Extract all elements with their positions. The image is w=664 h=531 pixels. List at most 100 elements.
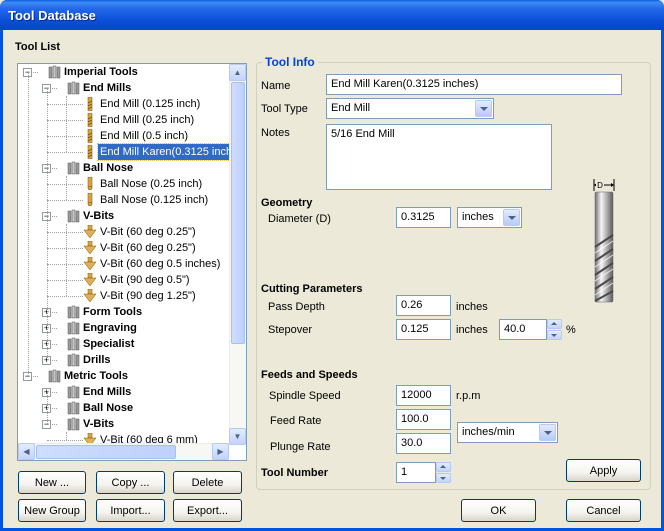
new-button[interactable]: New ... <box>18 471 86 494</box>
spin-down-icon[interactable] <box>436 473 451 483</box>
spin-up-icon[interactable] <box>436 462 451 472</box>
tree-item[interactable]: + Ball Nose <box>18 400 230 416</box>
tree-trunk-line <box>66 224 67 296</box>
tree-item[interactable]: V-Bit (60 deg 0.5 inches) <box>18 256 230 272</box>
ok-button[interactable]: OK <box>461 499 536 522</box>
ball-nose-icon <box>83 176 97 191</box>
diameter-input[interactable]: 0.3125 <box>396 207 451 228</box>
tree-item[interactable]: End Mill Karen(0.3125 inch <box>18 143 236 161</box>
tree-item-label: Ball Nose (0.25 inch) <box>100 178 203 190</box>
tree-item[interactable]: Ball Nose (0.25 inch) <box>18 176 230 192</box>
tree-connector <box>47 280 83 281</box>
tree-item-label: V-Bits <box>83 210 115 222</box>
tree-connector <box>33 376 38 377</box>
tool-type-select[interactable]: End Mill <box>326 98 494 119</box>
tree-item[interactable]: + Form Tools <box>18 304 230 320</box>
tree-item[interactable]: + End Mills <box>18 384 230 400</box>
tool-folder-icon <box>67 209 81 223</box>
tree-item-label: Drills <box>83 354 111 366</box>
scroll-left-button[interactable]: ◀ <box>18 443 35 460</box>
tree-item[interactable]: + Specialist <box>18 336 230 352</box>
notes-label: Notes <box>261 127 290 139</box>
feed-rate-label: Feed Rate <box>270 415 322 427</box>
tree-item[interactable]: V-Bit (90 deg 1.25") <box>18 288 230 304</box>
tree-item[interactable]: − End Mills <box>18 80 230 96</box>
tree-item[interactable]: End Mill (0.125 inch) <box>18 96 230 112</box>
copy-button[interactable]: Copy ... <box>96 471 165 494</box>
tree-vertical-scrollbar[interactable]: ▲ ▼ <box>229 64 246 445</box>
hscroll-thumb[interactable] <box>36 445 176 459</box>
tree-item[interactable]: V-Bit (60 deg 0.25") <box>18 240 230 256</box>
tree-connector <box>52 424 57 425</box>
end-mill-icon <box>83 96 97 112</box>
chevron-down-icon[interactable] <box>503 209 520 226</box>
new-group-button[interactable]: New Group <box>18 499 86 522</box>
chevron-down-icon[interactable] <box>539 424 556 441</box>
plunge-rate-label: Plunge Rate <box>270 441 331 453</box>
chevron-down-icon[interactable] <box>475 100 492 117</box>
stepover-percent-stepper[interactable] <box>547 319 562 340</box>
tool-type-label: Tool Type <box>261 103 308 115</box>
tree-connector <box>52 408 57 409</box>
tree-item-label: V-Bit (90 deg 1.25") <box>100 290 196 302</box>
scroll-down-button[interactable]: ▼ <box>229 428 246 445</box>
tree-horizontal-scrollbar[interactable]: ◀ ▶ <box>18 443 229 460</box>
apply-button[interactable]: Apply <box>566 459 641 482</box>
stepover-unit: inches <box>456 324 488 336</box>
tree-item[interactable]: − Metric Tools <box>18 368 230 384</box>
tree-connector <box>47 232 83 233</box>
notes-textarea[interactable]: 5/16 End Mill <box>326 124 552 190</box>
scroll-up-button[interactable]: ▲ <box>229 64 246 81</box>
tree-item-label: Specialist <box>83 338 135 350</box>
tree-item[interactable]: V-Bit (90 deg 0.5") <box>18 272 230 288</box>
percent-sign: % <box>566 324 576 336</box>
pass-depth-input[interactable]: 0.26 <box>396 295 451 316</box>
cancel-button[interactable]: Cancel <box>566 499 641 522</box>
tree-item-label: Metric Tools <box>64 370 128 382</box>
tool-number-input[interactable]: 1 <box>396 462 436 483</box>
spindle-speed-input[interactable]: 12000 <box>396 385 451 406</box>
tool-number-stepper[interactable] <box>436 462 451 483</box>
tree-item[interactable]: + Engraving <box>18 320 230 336</box>
spin-down-icon[interactable] <box>547 330 562 340</box>
tree-item-label: Form Tools <box>83 306 143 318</box>
tree-item[interactable]: − V-Bits <box>18 208 230 224</box>
scroll-thumb[interactable] <box>231 82 245 344</box>
title-bar[interactable]: Tool Database <box>0 0 664 30</box>
feed-rate-input[interactable]: 100.0 <box>396 409 451 430</box>
stepover-percent-input[interactable]: 40.0 <box>499 319 547 340</box>
stepover-input[interactable]: 0.125 <box>396 319 451 340</box>
import-button[interactable]: Import... <box>96 499 165 522</box>
cutting-parameters-heading: Cutting Parameters <box>261 283 363 295</box>
tree-item[interactable]: − Ball Nose <box>18 160 230 176</box>
stepover-label: Stepover <box>268 324 313 336</box>
tree-item[interactable]: Ball Nose (0.125 inch) <box>18 192 230 208</box>
tree-connector <box>47 200 83 201</box>
name-input[interactable]: End Mill Karen(0.3125 inches) <box>326 74 622 95</box>
spin-up-icon[interactable] <box>547 319 562 329</box>
pass-depth-label: Pass Depth <box>268 301 325 313</box>
tool-info-heading: Tool Info <box>262 55 318 69</box>
tree-item[interactable]: End Mill (0.5 inch) <box>18 128 230 144</box>
tree-item[interactable]: V-Bit (60 deg 0.25") <box>18 224 230 240</box>
tree-connector <box>47 152 83 153</box>
tool-tree[interactable]: − Imperial Tools − End Mills End Mill (0.125… <box>17 63 247 461</box>
tree-item-label: V-Bit (90 deg 0.5") <box>100 274 190 286</box>
scroll-right-button[interactable]: ▶ <box>212 443 229 460</box>
plunge-rate-input[interactable]: 30.0 <box>396 433 451 454</box>
tree-item[interactable]: − V-Bits <box>18 416 230 432</box>
tree-item-label: End Mill (0.125 inch) <box>100 98 201 110</box>
tree-item-label: V-Bits <box>83 418 115 430</box>
v-bit-icon <box>83 224 97 239</box>
diameter-units-select[interactable]: inches <box>457 207 522 228</box>
v-bit-icon <box>83 288 97 303</box>
delete-button[interactable]: Delete <box>173 471 242 494</box>
export-button[interactable]: Export... <box>173 499 242 522</box>
tool-folder-icon <box>67 353 81 367</box>
tree-item[interactable]: + Drills <box>18 352 230 368</box>
tool-folder-icon <box>67 401 81 415</box>
rate-units-select[interactable]: inches/min <box>457 422 558 443</box>
end-mill-icon <box>83 128 97 144</box>
tree-item[interactable]: End Mill (0.25 inch) <box>18 112 230 128</box>
tree-item[interactable]: − Imperial Tools <box>18 64 230 80</box>
